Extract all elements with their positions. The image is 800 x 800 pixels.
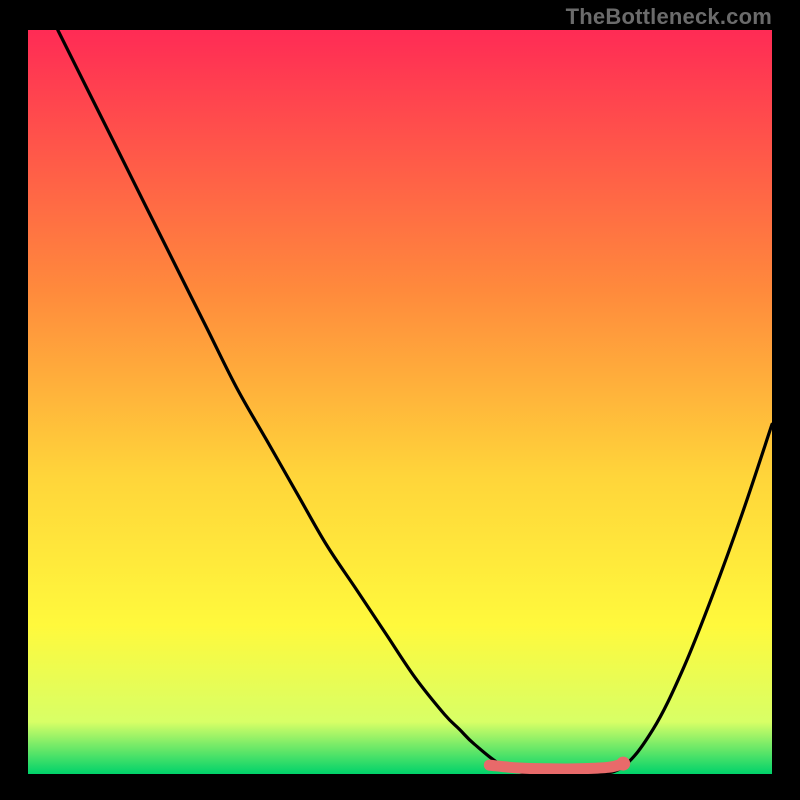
chart-frame: TheBottleneck.com: [0, 0, 800, 800]
watermark-text: TheBottleneck.com: [566, 4, 772, 30]
bottleneck-curve: [28, 30, 772, 774]
plot-area: [28, 30, 772, 774]
